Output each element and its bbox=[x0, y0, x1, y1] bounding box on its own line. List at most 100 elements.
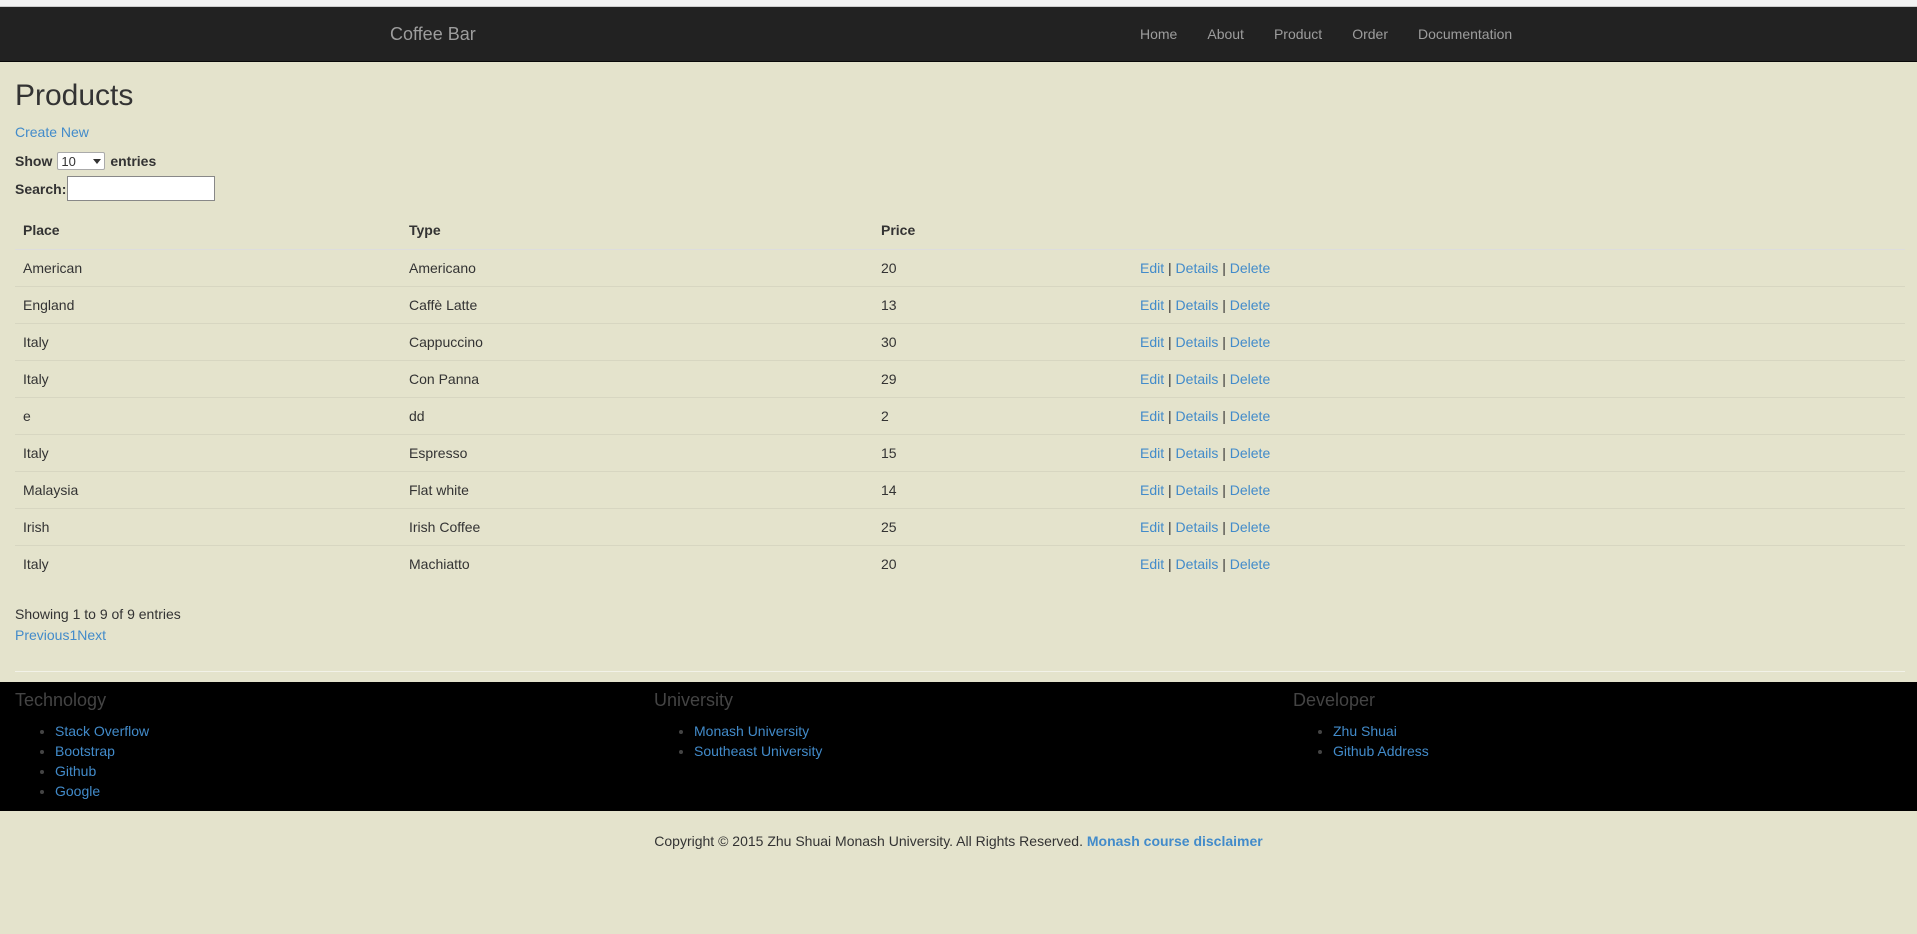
footer-link-google[interactable]: Google bbox=[55, 783, 100, 799]
pagination: Previous1Next bbox=[15, 627, 1905, 643]
details-link[interactable]: Details bbox=[1176, 260, 1219, 276]
cell-type: dd bbox=[401, 397, 873, 435]
cell-price: 20 bbox=[873, 249, 1132, 287]
cell-type: Machiatto bbox=[401, 545, 873, 582]
header-place[interactable]: Place bbox=[15, 211, 401, 250]
table-row: Malaysia Flat white 14 Edit | Details | Del… bbox=[15, 471, 1905, 509]
header-price[interactable]: Price bbox=[873, 211, 1132, 250]
nav-menu: Home About Product Order Documentation bbox=[1125, 7, 1527, 61]
details-link[interactable]: Details bbox=[1176, 445, 1219, 461]
delete-link[interactable]: Delete bbox=[1230, 445, 1270, 461]
cell-place: Italy bbox=[15, 434, 401, 472]
cell-place: Italy bbox=[15, 323, 401, 361]
header-actions bbox=[1132, 211, 1905, 250]
nav-home[interactable]: Home bbox=[1125, 7, 1192, 61]
copyright-text: Copyright © 2015 Zhu Shuai Monash Univer… bbox=[654, 833, 1083, 849]
footer-link-zhu-shuai[interactable]: Zhu Shuai bbox=[1333, 723, 1397, 739]
table-row: Italy Machiatto 20 Edit | Details | Delete bbox=[15, 545, 1905, 582]
nav-product[interactable]: Product bbox=[1259, 7, 1337, 61]
nav-order[interactable]: Order bbox=[1337, 7, 1403, 61]
pagination-next[interactable]: Next bbox=[77, 627, 106, 643]
table-row: Italy Con Panna 29 Edit | Details | Delete bbox=[15, 360, 1905, 398]
details-link[interactable]: Details bbox=[1176, 556, 1219, 572]
details-link[interactable]: Details bbox=[1176, 334, 1219, 350]
edit-link[interactable]: Edit bbox=[1140, 260, 1164, 276]
table-info: Showing 1 to 9 of 9 entries bbox=[15, 606, 181, 622]
footer-link-github-address[interactable]: Github Address bbox=[1333, 743, 1429, 759]
delete-link[interactable]: Delete bbox=[1230, 297, 1270, 313]
search-input[interactable] bbox=[67, 176, 216, 201]
action-separator: | bbox=[1222, 556, 1226, 572]
delete-link[interactable]: Delete bbox=[1230, 519, 1270, 535]
edit-link[interactable]: Edit bbox=[1140, 371, 1164, 387]
browser-bookmarks-bar bbox=[0, 0, 1917, 7]
edit-link[interactable]: Edit bbox=[1140, 519, 1164, 535]
products-table-body: American Americano 20 Edit | Details | Dele… bbox=[15, 249, 1905, 582]
page-title: Products bbox=[15, 79, 134, 112]
details-link[interactable]: Details bbox=[1176, 371, 1219, 387]
disclaimer-link[interactable]: Monash course disclaimer bbox=[1087, 833, 1263, 849]
cell-actions: Edit | Details | Delete bbox=[1132, 434, 1905, 472]
footer-link-southeast-university[interactable]: Southeast University bbox=[694, 743, 822, 759]
table-row: Irish Irish Coffee 25 Edit | Details | Dele… bbox=[15, 508, 1905, 546]
cell-actions: Edit | Details | Delete bbox=[1132, 286, 1905, 324]
dropdown-caret-icon bbox=[93, 158, 102, 164]
edit-link[interactable]: Edit bbox=[1140, 408, 1164, 424]
details-link[interactable]: Details bbox=[1176, 297, 1219, 313]
cell-type: Flat white bbox=[401, 471, 873, 509]
entries-length-select[interactable]: 10 bbox=[57, 152, 106, 170]
cell-place: American bbox=[15, 249, 401, 287]
delete-link[interactable]: Delete bbox=[1230, 556, 1270, 572]
edit-link[interactable]: Edit bbox=[1140, 445, 1164, 461]
create-new-link[interactable]: Create New bbox=[15, 124, 89, 140]
footer-link-github[interactable]: Github bbox=[55, 763, 96, 779]
cell-type: Cappuccino bbox=[401, 323, 873, 361]
edit-link[interactable]: Edit bbox=[1140, 334, 1164, 350]
details-link[interactable]: Details bbox=[1176, 519, 1219, 535]
footer-links: Technology Stack Overflow Bootstrap Gith… bbox=[0, 682, 1917, 811]
edit-link[interactable]: Edit bbox=[1140, 482, 1164, 498]
navbar: Coffee Bar Home About Product Order Docu… bbox=[0, 7, 1917, 62]
nav-about[interactable]: About bbox=[1192, 7, 1259, 61]
delete-link[interactable]: Delete bbox=[1230, 408, 1270, 424]
header-type[interactable]: Type bbox=[401, 211, 873, 250]
edit-link[interactable]: Edit bbox=[1140, 297, 1164, 313]
cell-place: e bbox=[15, 397, 401, 435]
table-row: Italy Cappuccino 30 Edit | Details | Delete bbox=[15, 323, 1905, 361]
brand-link[interactable]: Coffee Bar bbox=[390, 7, 476, 61]
nav-documentation[interactable]: Documentation bbox=[1403, 7, 1527, 61]
footer-list-item: Monash University bbox=[694, 721, 1278, 741]
delete-link[interactable]: Delete bbox=[1230, 334, 1270, 350]
pagination-previous[interactable]: Previous bbox=[15, 627, 69, 643]
action-separator: | bbox=[1222, 260, 1226, 276]
edit-link[interactable]: Edit bbox=[1140, 556, 1164, 572]
footer-heading-developer: Developer bbox=[1293, 690, 1376, 710]
table-row: American Americano 20 Edit | Details | Dele… bbox=[15, 249, 1905, 287]
action-separator: | bbox=[1168, 260, 1172, 276]
cell-actions: Edit | Details | Delete bbox=[1132, 508, 1905, 546]
delete-link[interactable]: Delete bbox=[1230, 260, 1270, 276]
cell-type: Irish Coffee bbox=[401, 508, 873, 546]
details-link[interactable]: Details bbox=[1176, 408, 1219, 424]
footer-link-bootstrap[interactable]: Bootstrap bbox=[55, 743, 115, 759]
details-link[interactable]: Details bbox=[1176, 482, 1219, 498]
content-divider bbox=[15, 671, 1905, 672]
table-row: e dd 2 Edit | Details | Delete bbox=[15, 397, 1905, 435]
search-control: Search: bbox=[15, 176, 1905, 201]
action-separator: | bbox=[1168, 334, 1172, 350]
cell-actions: Edit | Details | Delete bbox=[1132, 323, 1905, 361]
footer-link-monash-university[interactable]: Monash University bbox=[694, 723, 809, 739]
action-separator: | bbox=[1168, 556, 1172, 572]
footer-list-item: Github bbox=[55, 761, 639, 781]
action-separator: | bbox=[1222, 482, 1226, 498]
footer-link-stack-overflow[interactable]: Stack Overflow bbox=[55, 723, 149, 739]
search-label: Search: bbox=[15, 180, 67, 197]
action-separator: | bbox=[1222, 334, 1226, 350]
delete-link[interactable]: Delete bbox=[1230, 371, 1270, 387]
footer-list-item: Bootstrap bbox=[55, 741, 639, 761]
cell-type: Espresso bbox=[401, 434, 873, 472]
footer-list-item: Stack Overflow bbox=[55, 721, 639, 741]
delete-link[interactable]: Delete bbox=[1230, 482, 1270, 498]
cell-price: 29 bbox=[873, 360, 1132, 398]
table-row: Italy Espresso 15 Edit | Details | Delete bbox=[15, 434, 1905, 472]
